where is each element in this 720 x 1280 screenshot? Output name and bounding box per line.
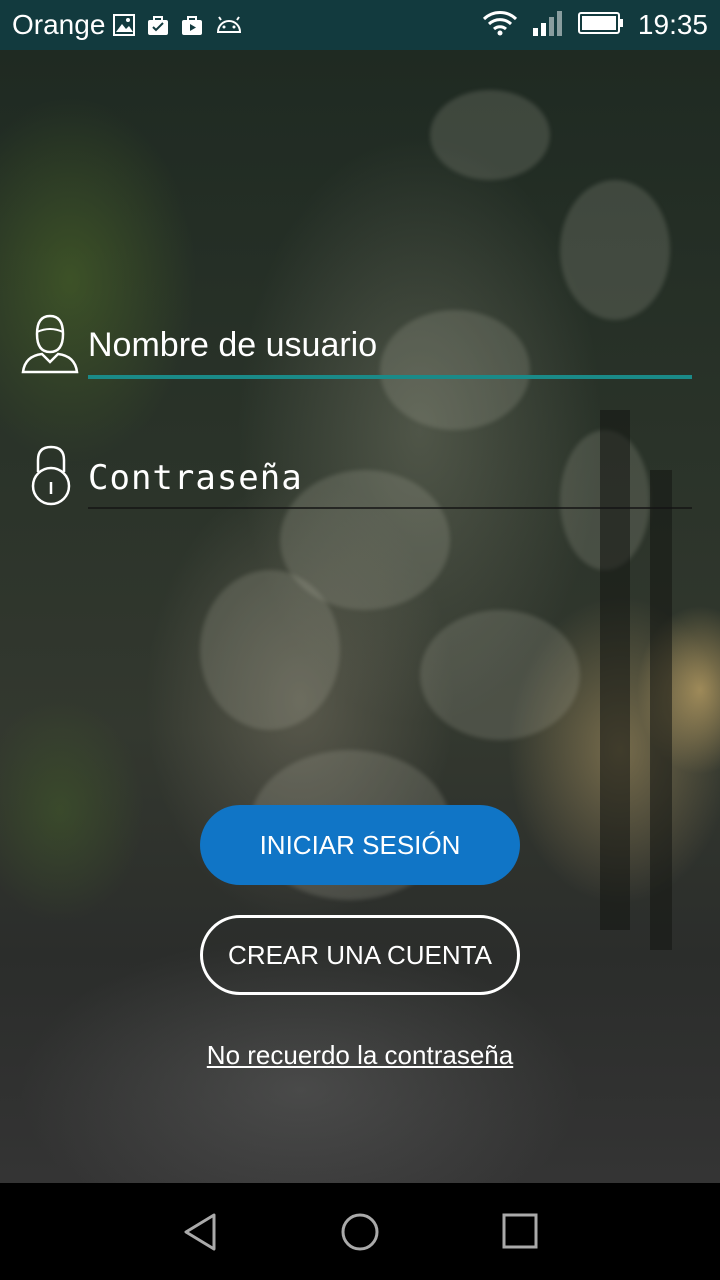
password-label: Contraseña <box>88 458 303 498</box>
home-icon[interactable] <box>339 1211 381 1253</box>
background-image <box>0 50 720 1183</box>
login-button[interactable]: INICIAR SESIÓN <box>200 805 520 885</box>
username-field[interactable]: Nombre de usuario <box>0 312 720 382</box>
signal-icon <box>532 10 564 41</box>
password-field[interactable]: Contraseña <box>0 444 720 514</box>
wifi-icon <box>482 10 518 41</box>
password-underline <box>88 507 692 509</box>
recents-icon[interactable] <box>500 1211 542 1253</box>
media-store-icon <box>181 14 203 36</box>
android-icon <box>215 14 243 36</box>
navigation-bar <box>0 1183 720 1280</box>
clock: 19:35 <box>637 9 708 40</box>
lock-icon <box>30 444 72 512</box>
carrier-name: Orange <box>12 9 106 40</box>
image-icon <box>113 14 136 36</box>
forgot-password-link[interactable]: No recuerdo la contraseña <box>0 1040 720 1071</box>
status-bar: Orange 19:35 <box>0 0 720 50</box>
back-icon[interactable] <box>180 1211 222 1253</box>
battery-icon <box>577 11 624 40</box>
shopping-bag-icon <box>147 14 169 36</box>
create-account-button[interactable]: CREAR UNA CUENTA <box>200 915 520 995</box>
user-icon <box>20 312 80 380</box>
username-underline <box>88 375 692 379</box>
username-label: Nombre de usuario <box>88 326 378 364</box>
